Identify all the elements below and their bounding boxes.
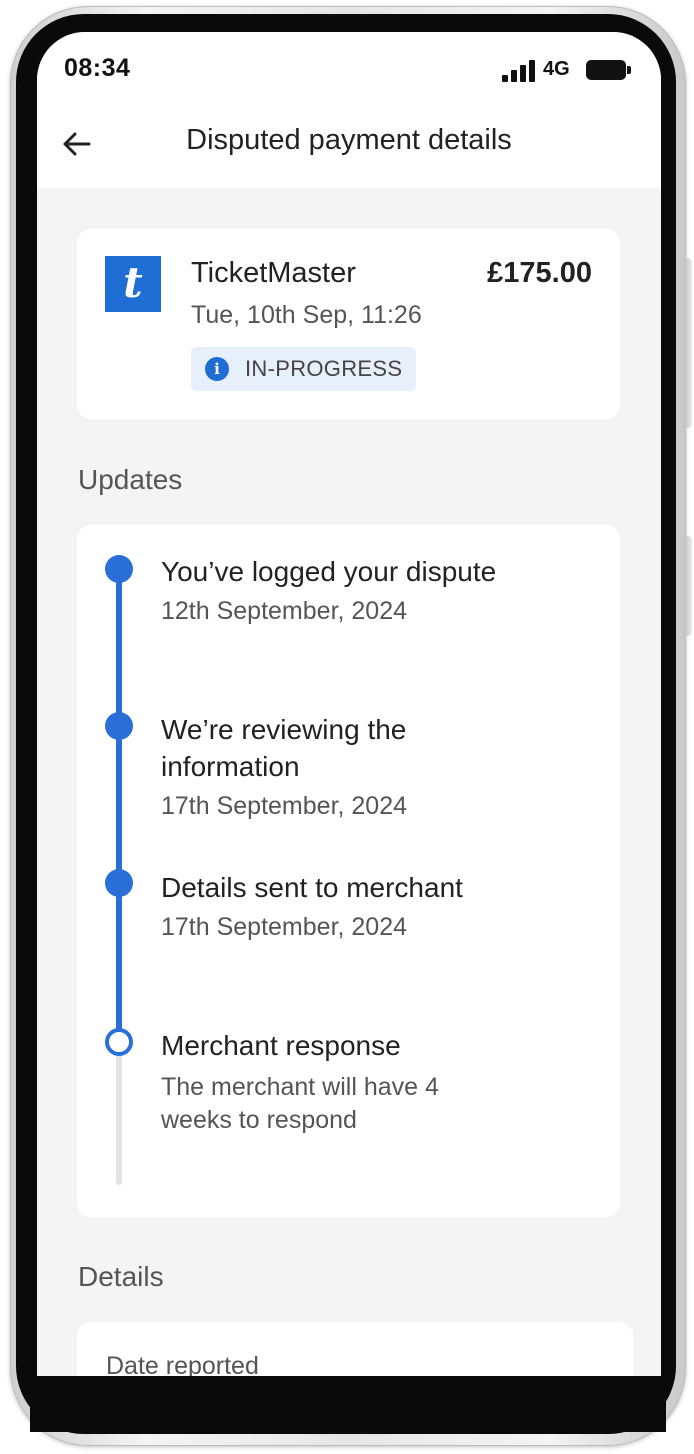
merchant-name: TicketMaster	[191, 257, 356, 289]
status-badge: i IN-PROGRESS	[191, 347, 417, 391]
status-time: 08:34	[64, 54, 131, 82]
date-reported-label: Date reported	[106, 1352, 259, 1376]
battery-icon	[586, 60, 631, 80]
step-date: 12th September, 2024	[161, 597, 408, 625]
timeline-dot-complete	[105, 555, 133, 583]
step-date: 17th September, 2024	[161, 913, 408, 941]
transaction-card[interactable]: t TicketMaster Tue, 10th Sep, 11:26 £175…	[77, 229, 620, 419]
transaction-date: Tue, 10th Sep, 11:26	[191, 301, 422, 329]
screen: 08:34 4G Disputed payment details t Tick…	[37, 32, 661, 1376]
bottom-bezel	[30, 1376, 666, 1432]
signal-bars-icon	[502, 60, 536, 82]
status-badge-label: IN-PROGRESS	[245, 356, 403, 381]
timeline-dot-complete	[105, 712, 133, 740]
transaction-amount: £175.00	[487, 257, 592, 289]
status-bar: 08:34 4G	[37, 32, 661, 112]
step-title: We’re reviewing the information	[161, 714, 407, 782]
step-title: Details sent to merchant	[161, 872, 463, 903]
updates-timeline: You’ve logged your dispute 12th Septembe…	[77, 525, 620, 1217]
step-description: The merchant will have 4 weeks to respon…	[161, 1073, 439, 1134]
network-label: 4G	[543, 58, 570, 80]
page-title: Disputed payment details	[186, 124, 512, 156]
info-icon: i	[205, 357, 229, 381]
step-title: You’ve logged your dispute	[161, 556, 497, 587]
updates-heading: Updates	[78, 464, 183, 495]
merchant-logo: t	[105, 256, 161, 312]
details-card: Date reported	[77, 1322, 633, 1376]
step-date: 17th September, 2024	[161, 792, 408, 820]
volume-button	[684, 258, 692, 428]
power-button	[684, 536, 692, 636]
details-heading: Details	[78, 1261, 164, 1292]
timeline-dot-complete	[105, 869, 133, 897]
app-header: Disputed payment details	[37, 112, 661, 188]
timeline-progress	[116, 565, 122, 1041]
timeline-dot-pending	[105, 1028, 133, 1056]
step-title: Merchant response	[161, 1030, 401, 1061]
